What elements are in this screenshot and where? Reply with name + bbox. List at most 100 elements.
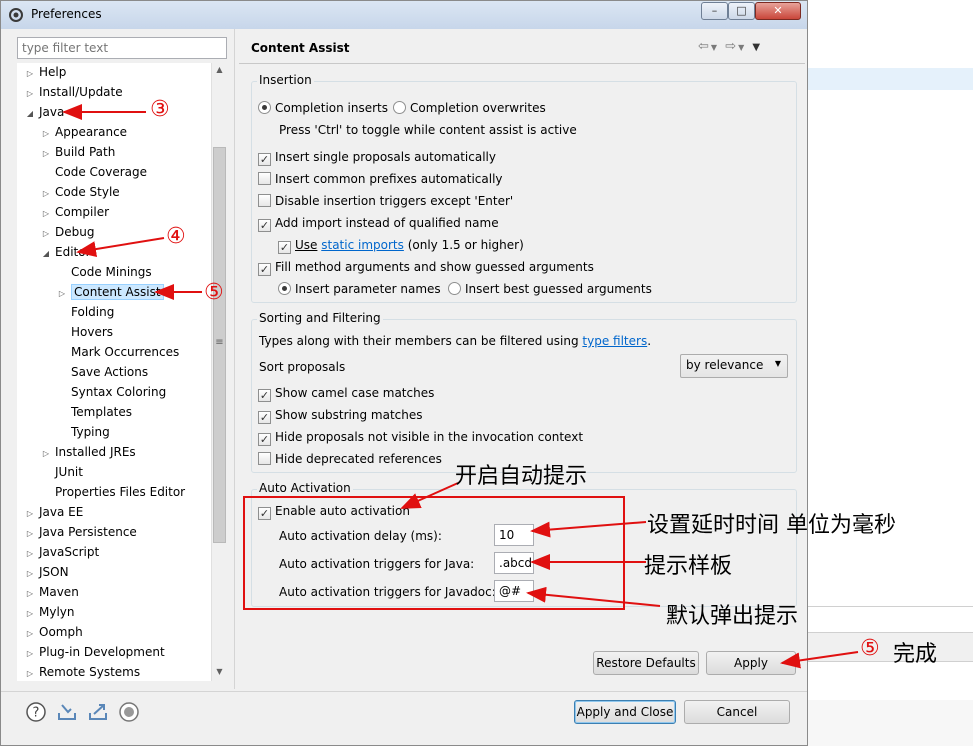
expand-arrow-icon[interactable]: ▷ xyxy=(57,285,67,303)
check-icon[interactable]: ✓ xyxy=(258,219,271,232)
expand-arrow-icon[interactable]: ▷ xyxy=(41,145,51,163)
tree-item[interactable]: Code Minings xyxy=(57,263,152,281)
tree-item[interactable]: ▷ Maven xyxy=(25,583,79,601)
tree-item[interactable]: Properties Files Editor xyxy=(41,483,185,501)
tree-item[interactable]: ▷ Content Assist xyxy=(57,283,164,301)
tree-item[interactable]: ▷ Code Style xyxy=(41,183,120,201)
tree-item[interactable]: ▷ Debug xyxy=(41,223,95,243)
type-filters-link[interactable]: type filters xyxy=(582,334,647,348)
tree-item[interactable]: Syntax Coloring xyxy=(57,383,166,401)
tree-item[interactable]: ▷ Appearance xyxy=(41,123,127,141)
forward-arrow-icon[interactable]: ⇨ xyxy=(725,39,738,54)
expand-arrow-icon[interactable]: ▷ xyxy=(41,445,51,463)
tree-item[interactable]: Typing xyxy=(57,423,110,441)
tree-item[interactable]: ▷ Install/Update xyxy=(25,83,123,101)
record-icon[interactable] xyxy=(118,701,140,723)
page-navigation[interactable]: ⇦▼ ⇨▼ ▼ xyxy=(698,39,762,54)
tree-item[interactable]: Hovers xyxy=(57,323,113,341)
insert-common-checkbox[interactable]: Insert common prefixes automatically xyxy=(258,171,503,187)
expand-arrow-icon[interactable]: ▷ xyxy=(25,565,35,583)
tree-item[interactable]: ◢ Java xyxy=(25,103,64,121)
forward-menu-icon[interactable]: ▼ xyxy=(738,43,746,52)
check-icon[interactable]: ✓ xyxy=(258,389,271,402)
expand-arrow-icon[interactable]: ▷ xyxy=(41,205,51,223)
expand-arrow-icon[interactable]: ▷ xyxy=(25,665,35,681)
expand-arrow-icon[interactable]: ▷ xyxy=(25,525,35,543)
check-icon[interactable]: ✓ xyxy=(258,411,271,424)
expand-arrow-icon[interactable]: ▷ xyxy=(25,605,35,623)
export-icon[interactable] xyxy=(87,701,109,723)
tree-item[interactable]: ▷ Installed JREs xyxy=(41,443,136,461)
tree-item[interactable]: ▷ Compiler xyxy=(41,203,109,221)
filter-input[interactable] xyxy=(17,37,227,59)
import-icon[interactable] xyxy=(56,701,78,723)
use-static-imports-checkbox[interactable]: ✓ Use static imports (only 1.5 or higher) xyxy=(278,237,524,254)
sort-proposals-select[interactable]: by relevance ▼ xyxy=(680,354,788,378)
tree-item[interactable]: Folding xyxy=(57,303,114,321)
tree-item[interactable]: ▷ Java Persistence xyxy=(25,523,137,541)
expand-arrow-icon[interactable]: ▷ xyxy=(25,545,35,563)
fill-arguments-checkbox[interactable]: ✓ Fill method arguments and show guessed … xyxy=(258,259,594,276)
minimize-button[interactable]: – xyxy=(701,2,728,20)
checkbox-empty[interactable] xyxy=(258,172,271,185)
expand-arrow-icon[interactable]: ▷ xyxy=(41,225,51,243)
check-icon[interactable]: ✓ xyxy=(258,153,271,166)
add-import-checkbox[interactable]: ✓ Add import instead of qualified name xyxy=(258,215,499,232)
sash-divider[interactable] xyxy=(234,29,235,689)
back-menu-icon[interactable]: ▼ xyxy=(711,43,719,52)
apply-button[interactable]: Apply xyxy=(706,651,796,675)
collapse-arrow-icon[interactable]: ◢ xyxy=(41,245,51,263)
radio-unselected[interactable] xyxy=(448,282,461,295)
check-icon[interactable]: ✓ xyxy=(258,433,271,446)
completion-overwrites-radio[interactable]: Completion overwrites xyxy=(393,100,546,116)
cancel-button[interactable]: Cancel xyxy=(684,700,790,724)
tree-item[interactable]: Mark Occurrences xyxy=(57,343,179,361)
tree-item[interactable]: Templates xyxy=(57,403,132,421)
expand-arrow-icon[interactable]: ▷ xyxy=(25,85,35,103)
tree-item[interactable]: ▷ Java EE xyxy=(25,503,83,521)
substring-checkbox[interactable]: ✓ Show substring matches xyxy=(258,407,423,424)
checkbox-empty[interactable] xyxy=(258,452,271,465)
expand-arrow-icon[interactable]: ▷ xyxy=(41,125,51,143)
tree-item[interactable]: ▷ Remote Systems xyxy=(25,663,140,681)
radio-unselected[interactable] xyxy=(393,101,406,114)
expand-arrow-icon[interactable]: ▷ xyxy=(25,505,35,523)
restore-defaults-button[interactable]: Restore Defaults xyxy=(593,651,699,675)
checkbox-empty[interactable] xyxy=(258,194,271,207)
help-icon[interactable]: ? xyxy=(25,701,47,723)
back-arrow-icon[interactable]: ⇦ xyxy=(698,39,711,54)
static-imports-link[interactable]: static imports xyxy=(321,238,404,252)
camel-case-checkbox[interactable]: ✓ Show camel case matches xyxy=(258,385,434,402)
close-button[interactable]: ✕ xyxy=(755,2,801,20)
insert-single-checkbox[interactable]: ✓ Insert single proposals automatically xyxy=(258,149,496,166)
tree-item[interactable]: ◢ Editor xyxy=(41,243,91,261)
expand-arrow-icon[interactable]: ▷ xyxy=(41,185,51,203)
apply-and-close-button[interactable]: Apply and Close xyxy=(574,700,676,724)
hide-deprecated-checkbox[interactable]: Hide deprecated references xyxy=(258,451,442,467)
tree-item[interactable]: Save Actions xyxy=(57,363,148,381)
tree-item[interactable]: ▷ Oomph xyxy=(25,623,83,641)
tree-item[interactable]: Code Coverage xyxy=(41,163,147,181)
title-bar[interactable]: Preferences – □ ✕ xyxy=(1,1,807,29)
tree-item[interactable]: JUnit xyxy=(41,463,83,481)
completion-inserts-radio[interactable]: Completion inserts xyxy=(258,100,388,116)
check-icon[interactable]: ✓ xyxy=(258,263,271,276)
insert-parameter-names-radio[interactable]: Insert parameter names xyxy=(278,281,441,297)
scroll-down-icon[interactable]: ▼ xyxy=(213,667,226,676)
tree-item[interactable]: ▷ Help xyxy=(25,63,66,81)
insert-best-guessed-radio[interactable]: Insert best guessed arguments xyxy=(448,281,652,297)
check-icon[interactable]: ✓ xyxy=(278,241,291,254)
expand-arrow-icon[interactable]: ▷ xyxy=(25,645,35,663)
tree-item[interactable]: ▷ Build Path xyxy=(41,143,115,161)
scroll-up-icon[interactable]: ▲ xyxy=(213,65,226,74)
preference-tree[interactable]: ▷ Help ▷ Install/Update ◢ Java ▷ Appearance ▷ Bui… xyxy=(17,63,228,681)
tree-item[interactable]: ▷ JSON xyxy=(25,563,69,581)
maximize-button[interactable]: □ xyxy=(728,2,755,20)
tree-item[interactable]: ▷ JavaScript xyxy=(25,543,99,561)
expand-arrow-icon[interactable]: ▷ xyxy=(25,625,35,643)
view-menu-icon[interactable]: ▼ xyxy=(752,42,762,53)
tree-item[interactable]: ▷ Plug-in Development xyxy=(25,643,165,661)
collapse-arrow-icon[interactable]: ◢ xyxy=(25,105,35,123)
hide-invisible-checkbox[interactable]: ✓ Hide proposals not visible in the invoc… xyxy=(258,429,583,446)
tree-item[interactable]: ▷ Mylyn xyxy=(25,603,75,621)
